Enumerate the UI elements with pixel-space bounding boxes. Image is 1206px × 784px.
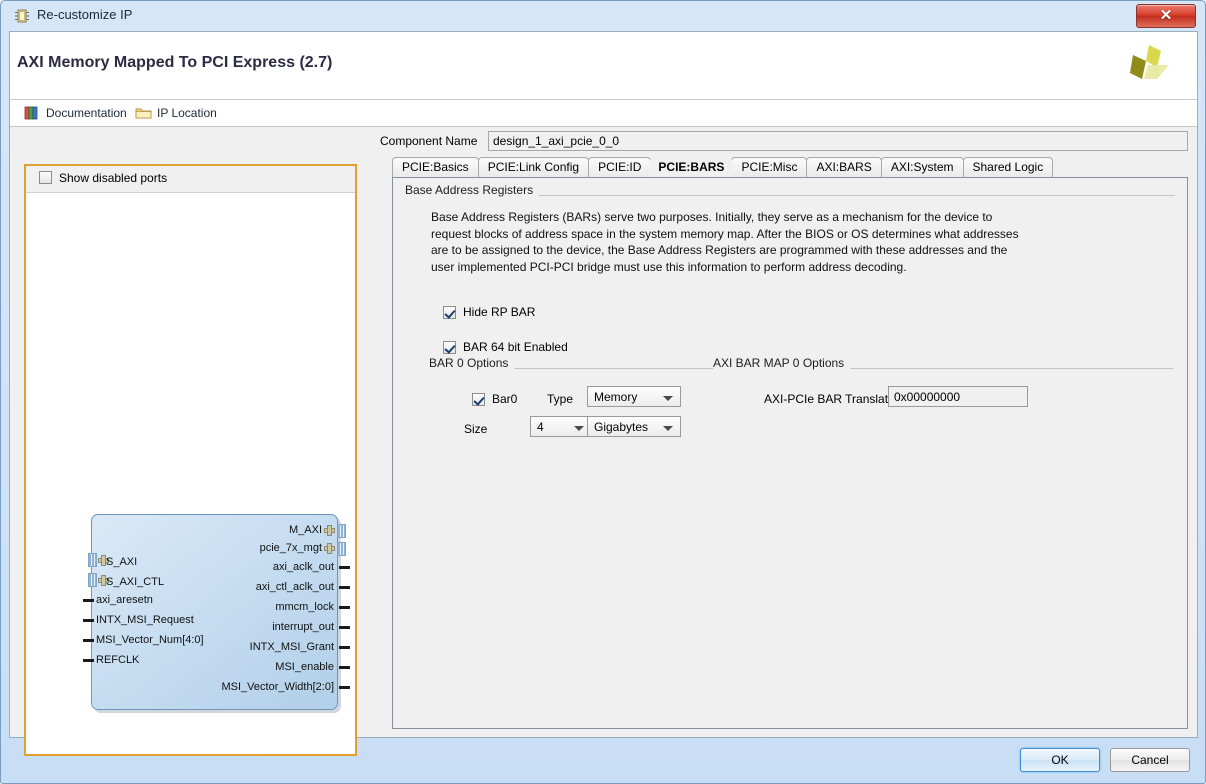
tab-pcie-basics[interactable]: PCIE:Basics [392,157,479,177]
hide-rp-bar-label: Hide RP BAR [463,305,535,319]
tab-axi-system[interactable]: AXI:System [881,157,964,177]
dialog-body: Show disabled ports S_AXI S_AXI_CTL axi_… [10,127,1197,737]
port-label-s-axi: S_AXI [106,556,137,568]
chevron-down-icon [663,396,673,401]
bus-stub-s-axi [88,553,97,567]
dialog-window: Re-customize IP ✕ AXI Memory Mapped To P… [0,0,1206,784]
axi-bar-map-group-title: AXI BAR MAP 0 Options [713,356,850,370]
pin-intx-msi-request [83,619,94,622]
chevron-down-icon [663,426,673,431]
ip-location-link[interactable]: IP Location [135,103,217,123]
port-label-mmcm-lock: mmcm_lock [275,601,334,613]
bar0-size-unit-select[interactable]: Gigabytes [587,416,681,437]
port-label-s-axi-ctl: S_AXI_CTL [106,576,164,588]
port-label-pcie-7x-mgt: pcie_7x_mgt [260,542,322,554]
hide-rp-bar-checkbox[interactable] [443,306,456,319]
bar0-size-value: 4 [537,419,544,435]
tab-strip: PCIE:Basics PCIE:Link Config PCIE:ID PCI… [392,157,1188,178]
chevron-down-icon [574,426,584,431]
tab-axi-bars[interactable]: AXI:BARS [806,157,881,177]
bar0-options-group-title: BAR 0 Options [429,356,514,370]
bar0-enable-checkbox[interactable] [472,393,485,406]
tab-panel-pcie-bars: Base Address Registers Base Address Regi… [392,177,1188,729]
port-label-axi-aresetn: axi_aresetn [96,594,153,606]
show-disabled-ports-row: Show disabled ports [26,166,355,193]
pin-axi-ctl-aclk-out [339,586,350,589]
component-name-row: Component Name [380,131,1188,152]
bar-64bit-checkbox[interactable] [443,341,456,354]
pin-mmcm-lock [339,606,350,609]
port-label-intx-msi-request: INTX_MSI_Request [96,614,194,626]
port-label-intx-msi-grant: INTX_MSI_Grant [250,641,334,653]
pin-axi-aresetn [83,599,94,602]
bar0-size-select[interactable]: 4 [530,416,592,437]
bar-64bit-label: BAR 64 bit Enabled [463,340,568,354]
tab-shared-logic[interactable]: Shared Logic [963,157,1054,177]
axi-pcie-bar-translation-label: AXI-PCIe BAR Translation [764,392,904,406]
close-button[interactable]: ✕ [1136,4,1196,28]
ok-button[interactable]: OK [1020,748,1100,772]
port-label-msi-vector-num: MSI_Vector_Num[4:0] [96,634,204,646]
pin-msi-vector-num [83,639,94,642]
ip-core-icon [14,8,30,24]
ip-block-diagram: S_AXI S_AXI_CTL axi_aresetn INTX_MSI_Req… [88,511,344,712]
bars-description: Base Address Registers (BARs) serve two … [431,209,1031,275]
bus-stub-pcie-7x-mgt [337,542,346,556]
pin-refclk [83,659,94,662]
link-bar: Documentation IP Location [10,100,1197,127]
port-label-m-axi: M_AXI [289,524,322,536]
bar0-size-unit-value: Gigabytes [594,419,648,435]
expand-icon-m-axi[interactable] [324,525,335,536]
pin-axi-aclk-out [339,566,350,569]
title-bar: Re-customize IP ✕ [1,1,1205,30]
close-icon: ✕ [1137,5,1195,27]
cancel-button[interactable]: Cancel [1110,748,1190,772]
bar0-size-label: Size [464,422,487,436]
folder-icon [135,105,152,121]
tab-pcie-bars[interactable]: PCIE:BARS [650,157,732,177]
bar0-type-value: Memory [594,389,637,405]
tab-pcie-id[interactable]: PCIE:ID [588,157,651,177]
show-disabled-ports-label: Show disabled ports [59,171,167,185]
port-label-msi-vector-width: MSI_Vector_Width[2:0] [222,681,335,693]
dialog-content: AXI Memory Mapped To PCI Express (2.7) [9,31,1198,738]
documentation-label: Documentation [46,103,127,123]
ip-location-label: IP Location [157,103,217,123]
show-disabled-ports-checkbox[interactable] [39,171,52,184]
pin-interrupt-out [339,626,350,629]
base-address-registers-group-title: Base Address Registers [405,183,539,197]
books-icon [24,105,41,121]
axi-pcie-bar-translation-input[interactable] [888,386,1028,407]
documentation-link[interactable]: Documentation [24,103,127,123]
port-label-axi-ctl-aclk-out: axi_ctl_aclk_out [256,581,334,593]
port-label-refclk: REFCLK [96,654,139,666]
pin-msi-vector-width [339,686,350,689]
tab-pcie-misc[interactable]: PCIE:Misc [731,157,807,177]
window-title: Re-customize IP [37,7,132,22]
port-label-interrupt-out: interrupt_out [272,621,334,633]
port-label-axi-aclk-out: axi_aclk_out [273,561,334,573]
bus-stub-s-axi-ctl [88,573,97,587]
xilinx-logo [1125,43,1175,89]
component-name-input[interactable] [488,131,1188,151]
pin-msi-enable [339,666,350,669]
bar0-enable-label: Bar0 [492,392,517,406]
bar0-type-select[interactable]: Memory [587,386,681,407]
bar0-type-label: Type [547,392,573,406]
page-title: AXI Memory Mapped To PCI Express (2.7) [17,54,332,72]
tab-pcie-link-config[interactable]: PCIE:Link Config [478,157,589,177]
dialog-footer: OK Cancel [9,739,1198,777]
header: AXI Memory Mapped To PCI Express (2.7) [10,32,1197,100]
bus-stub-m-axi [337,524,346,538]
ip-symbol-panel: Show disabled ports S_AXI S_AXI_CTL axi_… [24,164,357,756]
configuration-area: Component Name PCIE:Basics PCIE:Link Con… [380,127,1190,737]
component-name-label: Component Name [380,134,477,148]
pin-intx-msi-grant [339,646,350,649]
expand-icon-pcie-7x-mgt[interactable] [324,543,335,554]
port-label-msi-enable: MSI_enable [275,661,334,673]
